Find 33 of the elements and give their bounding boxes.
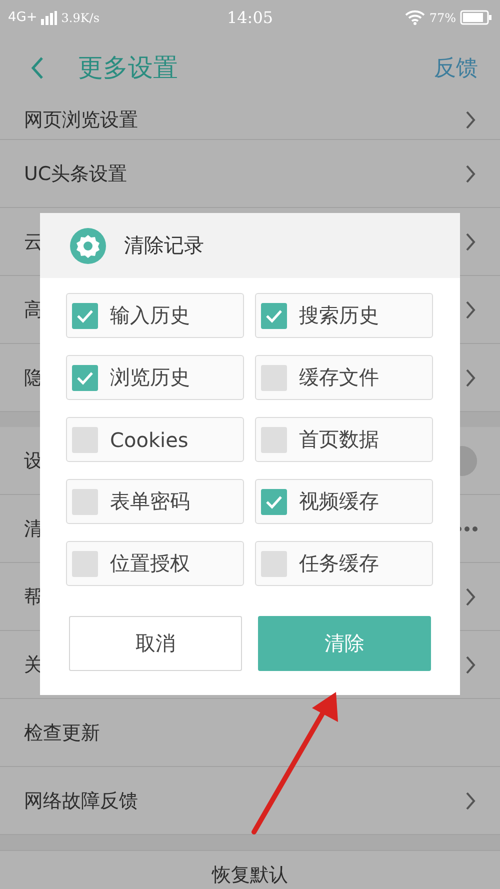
check-icon [265,494,283,508]
option-checkbox[interactable]: 缓存文件 [255,355,433,400]
battery-icon [460,10,492,25]
gear-icon [70,228,106,264]
chevron-icon [466,110,476,128]
chevron-icon [466,792,476,810]
chevron-icon [466,300,476,318]
option-checkbox[interactable]: 搜索历史 [255,293,433,338]
chevron-icon [466,164,476,182]
check-icon [76,370,94,384]
signal-icon [41,10,58,24]
chevron-icon [466,232,476,250]
option-checkbox[interactable]: 位置授权 [66,541,244,586]
chevron-icon [466,588,476,606]
option-checkbox[interactable]: 首页数据 [255,417,433,462]
battery-percent: 77% [429,10,456,24]
network-speed: 3.9K/s [61,10,100,24]
chevron-icon [466,656,476,674]
cancel-button[interactable]: 取消 [69,616,242,671]
chevron-icon [466,368,476,386]
clock: 14:05 [226,8,274,27]
option-checkbox[interactable]: 表单密码 [66,479,244,524]
option-checkbox[interactable]: 视频缓存 [255,479,433,524]
option-checkbox[interactable]: 浏览历史 [66,355,244,400]
check-icon [265,308,283,322]
wifi-icon [405,10,426,25]
dialog-title: 清除记录 [124,232,204,259]
network-type: 4G+ [8,10,38,25]
option-checkbox[interactable]: Cookies [66,417,244,462]
option-checkbox[interactable]: 任务缓存 [255,541,433,586]
option-checkbox[interactable]: 输入历史 [66,293,244,338]
check-icon [76,308,94,322]
page-title: 更多设置 [78,52,178,84]
